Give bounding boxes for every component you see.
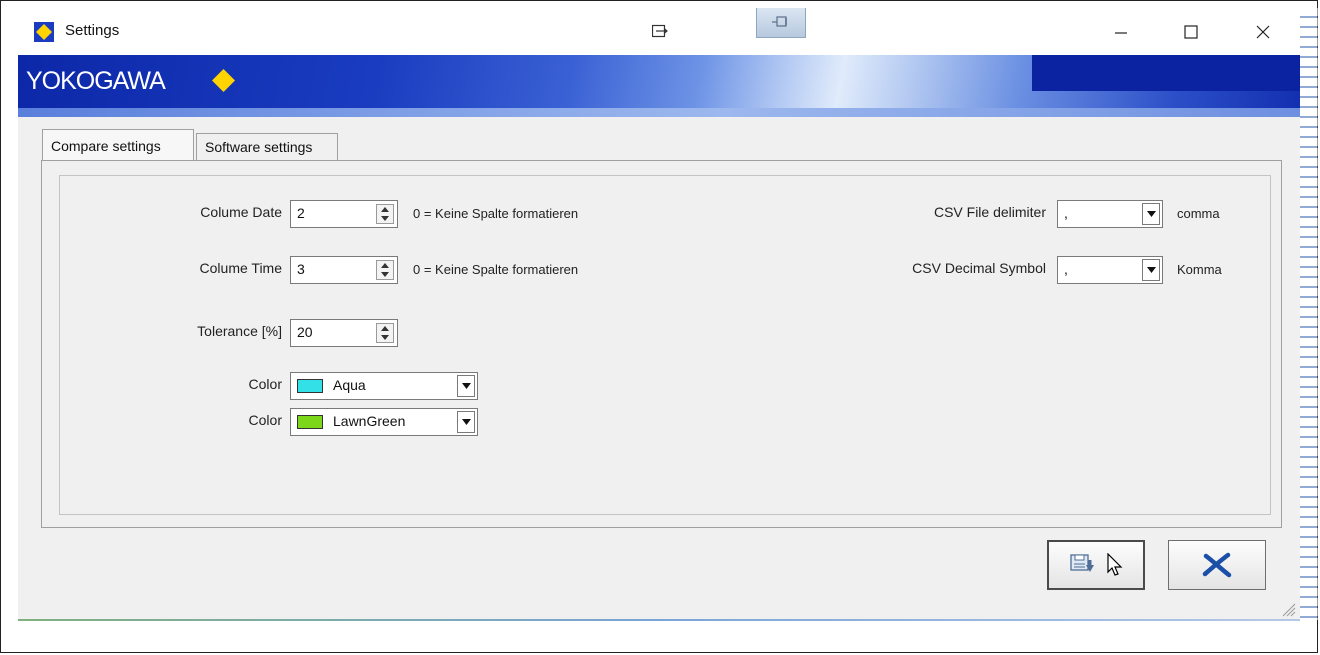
tab-software-settings[interactable]: Software settings [196, 133, 338, 160]
colume-time-label: Colume Time [199, 260, 282, 276]
spin-up-icon[interactable] [377, 205, 393, 214]
colume-time-spin-arrows[interactable] [376, 260, 394, 280]
colume-date-hint: 0 = Keine Spalte formatieren [413, 206, 579, 221]
colume-time-hint: 0 = Keine Spalte formatieren [413, 262, 579, 277]
background-window-edge [1300, 8, 1318, 620]
save-icon [1070, 554, 1094, 572]
spin-down-icon[interactable] [377, 270, 393, 279]
pin-tab[interactable] [756, 8, 806, 38]
color2-value: LawnGreen [333, 413, 406, 429]
tab-compare-settings[interactable]: Compare settings [42, 129, 194, 161]
colume-date-spinner[interactable]: 2 [290, 200, 398, 228]
csv-decimal-label: CSV Decimal Symbol [912, 260, 1046, 276]
close-button[interactable] [1228, 8, 1298, 55]
app-icon [34, 22, 54, 42]
mouse-cursor-icon [1107, 553, 1123, 576]
save-button[interactable] [1047, 540, 1145, 590]
colume-date-value: 2 [297, 205, 305, 221]
settings-window: Settings YOKOGAWA Compare settings Softw… [18, 8, 1300, 620]
chevron-down-icon [1146, 211, 1156, 217]
brand-banner: YOKOGAWA [18, 55, 1300, 117]
color1-dropdown-button[interactable] [457, 375, 475, 397]
color1-label: Color [248, 376, 282, 392]
csv-delimiter-value: , [1064, 205, 1068, 221]
minimize-button[interactable] [1086, 8, 1156, 55]
maximize-icon [1184, 24, 1198, 39]
colume-date-label: Colume Date [200, 204, 282, 220]
colume-time-value: 3 [297, 261, 305, 277]
brand-logo-text: YOKOGAWA [26, 67, 166, 95]
banner-strip [18, 108, 1300, 117]
cancel-button[interactable] [1168, 540, 1266, 590]
spin-up-icon[interactable] [377, 261, 393, 270]
pin-icon [772, 16, 787, 27]
csv-delimiter-dropdown-button[interactable] [1142, 203, 1160, 225]
title-bar: Settings [18, 8, 1300, 55]
yokogawa-diamond-icon [212, 69, 235, 92]
window-title: Settings [65, 22, 120, 39]
colume-time-spinner[interactable]: 3 [290, 256, 398, 284]
csv-decimal-value: , [1064, 261, 1068, 277]
chevron-down-icon [1146, 267, 1156, 273]
color1-value: Aqua [333, 377, 366, 393]
snap-layout-icon[interactable] [652, 24, 668, 38]
csv-decimal-combobox[interactable]: , [1057, 256, 1163, 284]
spin-up-icon[interactable] [377, 324, 393, 333]
cancel-x-icon [1202, 552, 1232, 578]
color2-combobox[interactable]: LawnGreen [290, 408, 478, 436]
tab-panel-compare: Colume Date 2 0 = Keine Spalte formatier… [41, 160, 1282, 528]
color1-combobox[interactable]: Aqua [290, 372, 478, 400]
csv-decimal-dropdown-button[interactable] [1142, 259, 1160, 281]
colume-date-spin-arrows[interactable] [376, 204, 394, 224]
minimize-icon [1115, 31, 1127, 34]
chevron-down-icon [461, 383, 471, 389]
color2-swatch [297, 415, 323, 429]
tolerance-value: 20 [297, 324, 313, 340]
banner-dark-block [1032, 55, 1300, 91]
csv-delimiter-note: comma [1177, 206, 1220, 221]
resize-grip-icon[interactable] [1280, 601, 1296, 617]
maximize-button[interactable] [1156, 8, 1226, 55]
color2-dropdown-button[interactable] [457, 411, 475, 433]
tolerance-spin-arrows[interactable] [376, 323, 394, 343]
background-window-bottom [18, 619, 1300, 621]
tolerance-spinner[interactable]: 20 [290, 319, 398, 347]
close-icon [1256, 25, 1270, 38]
color1-swatch [297, 379, 323, 393]
csv-delimiter-label: CSV File delimiter [933, 204, 1046, 220]
spin-down-icon[interactable] [377, 333, 393, 342]
csv-decimal-note: Komma [1177, 262, 1222, 277]
spin-down-icon[interactable] [377, 214, 393, 223]
tolerance-label: Tolerance [%] [197, 323, 282, 339]
csv-delimiter-combobox[interactable]: , [1057, 200, 1163, 228]
color2-label: Color [248, 412, 282, 428]
chevron-down-icon [461, 419, 471, 425]
